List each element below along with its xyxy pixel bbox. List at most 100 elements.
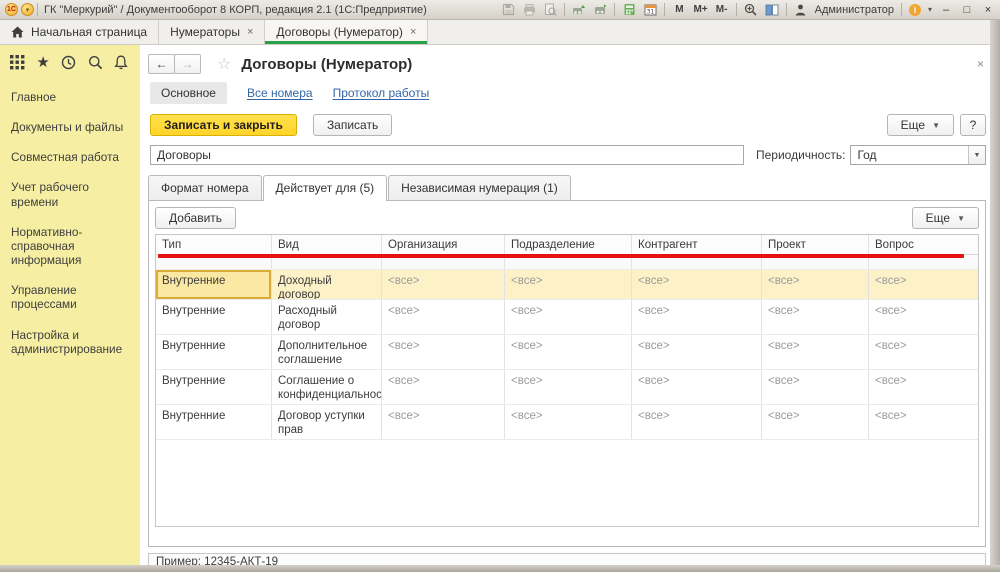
sidebar-item-collaboration[interactable]: Совместная работа [0, 142, 140, 172]
table-cell[interactable]: Внутренние [156, 335, 272, 369]
table-row[interactable]: ВнутренниеРасходный договор<все><все><вс… [156, 300, 978, 335]
table-cell[interactable]: <все> [382, 300, 505, 334]
sidebar-item-processes[interactable]: Управление процессами [0, 275, 140, 319]
tab-close-icon[interactable]: × [247, 26, 253, 38]
table-cell[interactable]: <все> [505, 405, 632, 439]
table-cell[interactable]: <все> [632, 370, 762, 404]
table-cell[interactable]: Расходный договор [272, 300, 382, 334]
column-header[interactable]: Проект [762, 235, 869, 254]
history-clock-icon[interactable] [61, 55, 76, 70]
sidebar-item-time-tracking[interactable]: Учет рабочего времени [0, 172, 140, 216]
search-icon[interactable] [88, 55, 103, 70]
table-cell[interactable]: <все> [505, 335, 632, 369]
table-cell[interactable]: <все> [869, 270, 978, 299]
main-menu-icon[interactable]: ▾ [21, 3, 34, 16]
table-cell[interactable]: Доходный договор [272, 270, 382, 299]
table-row[interactable]: ВнутренниеДополнительное соглашение<все>… [156, 335, 978, 370]
split-window-icon[interactable] [765, 2, 779, 17]
table-cell[interactable]: Внутренние [156, 300, 272, 334]
table-cell[interactable]: Дополнительное соглашение [272, 335, 382, 369]
table-cell[interactable]: <все> [632, 270, 762, 299]
maximize-button[interactable]: □ [960, 4, 974, 16]
tab-contracts-numerator[interactable]: Договоры (Нумератор) × [265, 20, 428, 44]
table-cell[interactable]: <все> [505, 270, 632, 299]
add-button[interactable]: Добавить [155, 207, 236, 229]
name-input[interactable] [150, 145, 744, 165]
table-cell[interactable]: <все> [762, 405, 869, 439]
tab-number-format[interactable]: Формат номера [148, 175, 262, 200]
m-button[interactable]: M [672, 2, 686, 17]
send-link-icon[interactable] [572, 2, 586, 17]
notifications-bell-icon[interactable] [114, 55, 128, 70]
table-row[interactable]: ВнутренниеДоговор уступки прав<все><все>… [156, 405, 978, 440]
minimize-button[interactable]: – [939, 4, 953, 16]
sidebar-item-documents[interactable]: Документы и файлы [0, 112, 140, 142]
calendar-icon[interactable]: 31 [643, 2, 657, 17]
tab-numerators[interactable]: Нумераторы × [159, 20, 265, 44]
table-cell[interactable]: Внутренние [156, 370, 272, 404]
m-minus-button[interactable]: M- [715, 2, 729, 17]
table-cell[interactable]: <все> [869, 370, 978, 404]
table-cell[interactable]: <все> [382, 405, 505, 439]
column-header[interactable]: Контрагент [632, 235, 762, 254]
more-button[interactable]: Еще▼ [887, 114, 954, 136]
favorites-star-icon[interactable]: ★ [36, 57, 49, 69]
periodicity-select[interactable]: Год ▼ [850, 145, 986, 165]
column-header[interactable]: Организация [382, 235, 505, 254]
table-cell[interactable]: <все> [382, 270, 505, 299]
back-button[interactable]: ← [148, 54, 175, 74]
table-cell[interactable]: <все> [762, 270, 869, 299]
form-close-icon[interactable]: × [977, 57, 984, 71]
menu-grid-icon[interactable] [10, 55, 25, 70]
m-plus-button[interactable]: M+ [693, 2, 707, 17]
save-icon[interactable] [501, 2, 515, 17]
table-cell[interactable]: <все> [762, 300, 869, 334]
print-preview-icon[interactable] [543, 2, 557, 17]
table-cell[interactable]: <все> [632, 405, 762, 439]
table-more-button[interactable]: Еще▼ [912, 207, 979, 229]
tab-independent-numbering[interactable]: Независимая нумерация (1) [388, 175, 571, 200]
zoom-icon[interactable] [744, 2, 758, 17]
chevron-down-icon[interactable]: ▼ [968, 146, 985, 164]
tab-valid-for[interactable]: Действует для (5) [263, 175, 388, 201]
sidebar-item-reference-info[interactable]: Нормативно-справочная информация [0, 217, 140, 275]
forward-button[interactable]: → [174, 54, 201, 74]
save-button[interactable]: Записать [313, 114, 392, 136]
table-row[interactable]: ВнутренниеСоглашение о конфиденциальност… [156, 370, 978, 405]
table-cell[interactable]: <все> [382, 370, 505, 404]
column-header[interactable]: Вид [272, 235, 382, 254]
print-icon[interactable] [522, 2, 536, 17]
favorite-toggle-icon[interactable]: ☆ [217, 54, 231, 74]
table-cell[interactable]: <все> [869, 300, 978, 334]
table-cell[interactable]: <все> [632, 335, 762, 369]
save-and-close-button[interactable]: Записать и закрыть [150, 114, 297, 136]
close-button[interactable]: × [981, 4, 995, 16]
sidebar-item-administration[interactable]: Настройка и администрирование [0, 320, 140, 364]
table-cell[interactable]: Соглашение о конфиденциальности [272, 370, 382, 404]
table-cell[interactable]: <все> [505, 300, 632, 334]
table-cell[interactable]: Договор уступки прав [272, 405, 382, 439]
column-header[interactable]: Тип [156, 235, 272, 254]
table-cell[interactable]: <все> [632, 300, 762, 334]
table-row[interactable]: ВнутренниеДоходный договор<все><все><все… [156, 270, 978, 300]
column-header[interactable]: Подразделение [505, 235, 632, 254]
table-cell[interactable]: <все> [382, 335, 505, 369]
table-cell[interactable]: Внутренние [156, 405, 272, 439]
nav-all-numbers[interactable]: Все номера [247, 86, 313, 100]
table-cell[interactable]: <все> [762, 370, 869, 404]
column-header[interactable]: Вопрос [869, 235, 978, 254]
help-button[interactable]: ? [960, 114, 986, 136]
nav-main[interactable]: Основное [150, 82, 227, 104]
table-cell[interactable]: Внутренние [156, 270, 272, 299]
chevron-down-icon[interactable]: ▾ [928, 5, 932, 14]
1c-logo-icon[interactable]: 1С [5, 3, 18, 16]
get-link-icon[interactable] [593, 2, 607, 17]
table-cell[interactable]: <все> [869, 335, 978, 369]
nav-work-log[interactable]: Протокол работы [333, 86, 430, 100]
tab-close-icon[interactable]: × [410, 26, 416, 38]
current-user-label[interactable]: Администратор [815, 4, 894, 16]
table-cell[interactable]: <все> [762, 335, 869, 369]
info-icon[interactable]: i [909, 4, 921, 16]
table-cell[interactable]: <все> [869, 405, 978, 439]
table-cell[interactable]: <все> [505, 370, 632, 404]
